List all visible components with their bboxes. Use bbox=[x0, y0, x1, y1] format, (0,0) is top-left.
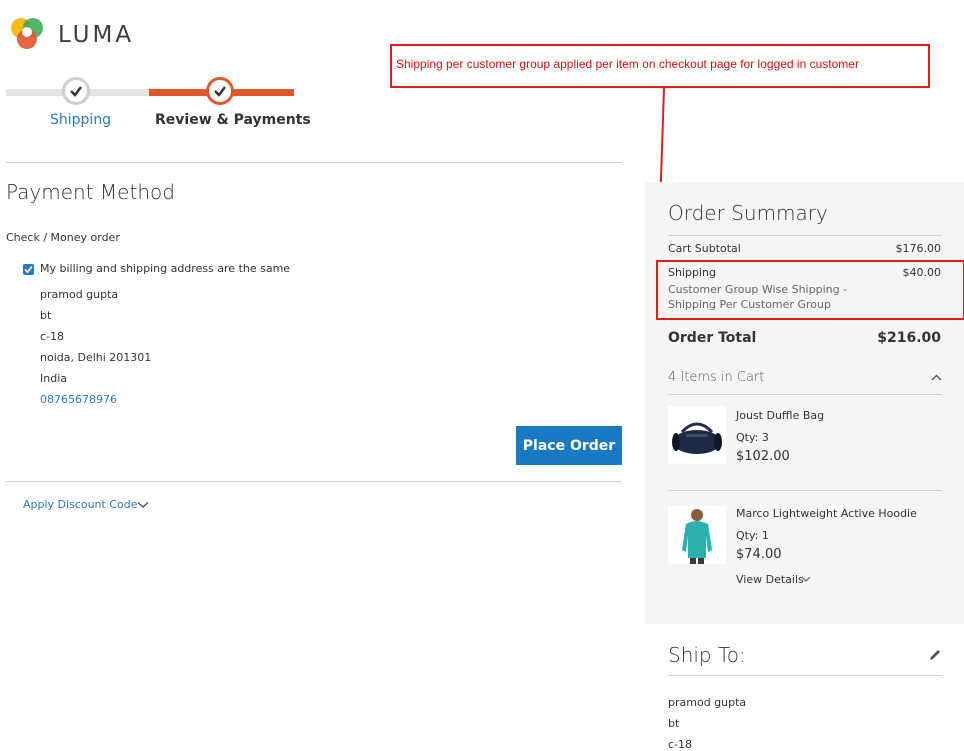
step-shipping-marker[interactable] bbox=[62, 77, 90, 105]
payment-method-option[interactable]: Check / Money order bbox=[6, 231, 120, 244]
chevron-down-icon[interactable] bbox=[137, 501, 149, 509]
shipping-method-description: Customer Group Wise Shipping - Shipping … bbox=[668, 283, 848, 311]
item-divider bbox=[668, 490, 942, 491]
cart-subtotal-label: Cart Subtotal bbox=[668, 242, 741, 255]
shipping-value: $40.00 bbox=[902, 266, 942, 279]
billing-company: bt bbox=[40, 309, 52, 322]
duffle-bag-image bbox=[672, 422, 722, 454]
product-thumbnail-hoodie[interactable] bbox=[668, 506, 726, 564]
shipping-label: Shipping bbox=[668, 266, 716, 279]
ship-to-title: Ship To: bbox=[668, 643, 746, 667]
items-divider bbox=[668, 394, 942, 395]
item-name: Joust Duffle Bag bbox=[736, 409, 825, 422]
same-address-checkbox[interactable] bbox=[23, 264, 34, 275]
place-order-button[interactable]: Place Order bbox=[516, 426, 622, 465]
step-shipping-link[interactable]: Shipping bbox=[50, 112, 111, 128]
brand-name: LUMA bbox=[58, 22, 135, 48]
billing-name: pramod gupta bbox=[40, 288, 119, 301]
chevron-down-icon[interactable] bbox=[801, 576, 811, 583]
payment-method-title: Payment Method bbox=[6, 180, 175, 204]
item-qty: Qty: 3 bbox=[736, 431, 769, 444]
check-icon bbox=[214, 86, 226, 97]
order-total-label: Order Total bbox=[668, 330, 757, 346]
billing-phone-link[interactable]: 08765678976 bbox=[40, 393, 117, 406]
item-name: Marco Lightweight Active Hoodie bbox=[736, 507, 917, 520]
chevron-up-icon[interactable] bbox=[931, 374, 942, 381]
annotation-text: Shipping per customer group applied per … bbox=[396, 57, 859, 71]
ship-to-divider bbox=[668, 675, 942, 676]
billing-city: noida, Delhi 201301 bbox=[40, 351, 152, 364]
summary-divider bbox=[668, 235, 942, 236]
billing-street: c-18 bbox=[40, 330, 65, 343]
item-price: $102.00 bbox=[736, 449, 790, 464]
order-summary-title: Order Summary bbox=[668, 201, 828, 225]
view-details-toggle[interactable]: View Details bbox=[736, 573, 804, 586]
hoodie-image bbox=[682, 509, 712, 564]
step-review-marker bbox=[206, 77, 234, 105]
same-address-label[interactable]: My billing and shipping address are the … bbox=[40, 262, 290, 275]
section-divider bbox=[6, 481, 622, 482]
ship-to-street: c-18 bbox=[668, 738, 693, 751]
product-thumbnail-duffle-bag[interactable] bbox=[668, 406, 726, 464]
ship-to-company: bt bbox=[668, 717, 680, 730]
item-qty: Qty: 1 bbox=[736, 529, 769, 542]
cart-subtotal-value: $176.00 bbox=[895, 242, 942, 255]
checkmark-icon bbox=[24, 265, 33, 274]
luma-logo-icon bbox=[11, 18, 43, 49]
item-price: $74.00 bbox=[736, 547, 782, 562]
check-icon bbox=[70, 86, 82, 97]
ship-to-name: pramod gupta bbox=[668, 696, 747, 709]
edit-pencil-icon[interactable] bbox=[928, 648, 942, 662]
section-divider bbox=[6, 162, 622, 163]
billing-country: India bbox=[40, 372, 67, 385]
order-total-value: $216.00 bbox=[877, 330, 941, 346]
items-in-cart-toggle[interactable]: 4 Items in Cart bbox=[668, 370, 764, 385]
apply-discount-toggle[interactable]: Apply Discount Code bbox=[23, 498, 138, 511]
step-review-label: Review & Payments bbox=[155, 112, 311, 128]
